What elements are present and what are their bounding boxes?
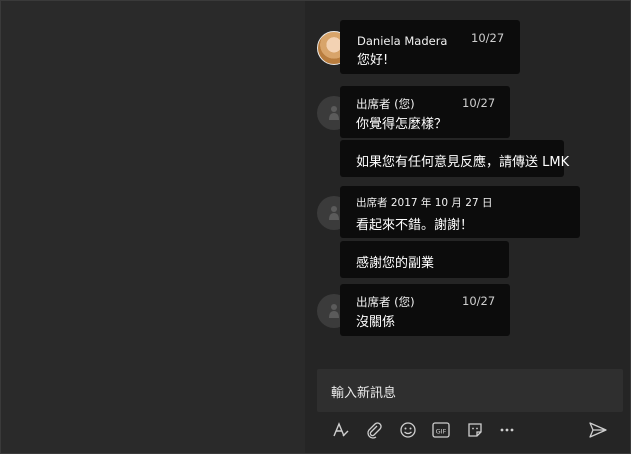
sticker-icon[interactable]: [465, 420, 485, 440]
message-bubble: 如果您有任何意見反應，請傳送 LMK: [340, 140, 569, 177]
message-bubble: Daniela Madera 10/27 您好!: [340, 20, 520, 74]
message-text: 看起來不錯。謝謝！: [356, 218, 474, 233]
left-pane: [1, 1, 305, 453]
attach-icon[interactable]: [364, 420, 384, 440]
more-icon[interactable]: [497, 420, 517, 440]
message-bubble: 出席者 (您) 10/27 沒關係: [340, 284, 510, 336]
emoji-icon[interactable]: [398, 420, 418, 440]
svg-text:GIF: GIF: [436, 428, 447, 436]
message-bubble: 出席者 (您) 10/27 你覺得怎麼樣？: [340, 86, 510, 138]
message-text: 您好!: [357, 53, 389, 68]
format-icon[interactable]: [331, 420, 351, 440]
person-icon: [329, 304, 339, 318]
timestamp: 10/27: [471, 31, 505, 45]
gif-icon[interactable]: GIF: [431, 420, 451, 440]
message-bubble: 出席者 2017 年 10 月 27 日 看起來不錯。謝謝！: [340, 186, 580, 238]
person-icon: [329, 206, 339, 220]
sender-name: 出席者 (您): [356, 97, 415, 111]
timestamp: 10/27: [462, 294, 496, 308]
message-text: 如果您有任何意見反應，請傳送 LMK: [356, 155, 570, 170]
message-input-placeholder: 輸入新訊息: [331, 386, 397, 401]
sender-name: 出席者 2017 年 10 月 27 日: [356, 197, 493, 209]
person-icon: [329, 106, 339, 120]
message-bubble: 感謝您的副業: [340, 241, 509, 278]
send-icon[interactable]: [588, 420, 608, 440]
timestamp: 10/27: [462, 96, 496, 110]
sender-name: Daniela Madera: [357, 34, 448, 48]
message-input[interactable]: 輸入新訊息: [317, 369, 623, 412]
message-text: 你覺得怎麼樣？: [356, 117, 448, 132]
sender-name: 出席者 (您): [356, 295, 415, 309]
message-text: 沒關係: [356, 315, 396, 330]
message-text: 感謝您的副業: [356, 256, 435, 271]
